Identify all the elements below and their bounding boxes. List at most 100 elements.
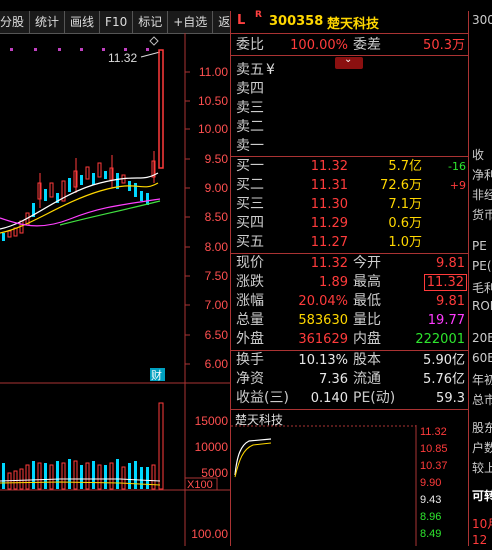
buy-volume: 1.0万 [388,235,422,250]
price-tick: 9.00 [205,181,229,195]
side-text: 总市 [472,393,492,407]
side-text: PE [472,239,487,253]
price-tick: 7.50 [205,269,229,283]
tab-fengu[interactable]: 分股 [0,11,31,33]
weibi-value: 100.00% [290,38,348,53]
side-text: 较上 [472,461,492,475]
stat-value: 5.76亿 [423,372,465,387]
stat-row: 换手 10.13% 股本 5.90亿 [231,351,468,370]
kline-chart[interactable]: 11.00 10.50 10.00 9.50 9.00 8.50 8.00 7.… [0,33,230,546]
stat-label: 今开 [353,255,381,271]
sell-row[interactable]: 卖五 ¥ [231,61,468,80]
price-tick: 8.50 [205,210,229,224]
tab-tongji[interactable]: 统计 [30,11,66,33]
stat-value: 361629 [298,332,348,347]
price-tick: 7.00 [205,298,229,312]
rzrq-flag: R [255,10,262,20]
kline-svg: 11.00 10.50 10.00 9.50 9.00 8.50 8.00 7.… [0,33,230,546]
stat-label: 流通 [353,371,381,387]
tab-biaoji[interactable]: 标记 [133,11,169,33]
side-text: ROI [472,299,492,313]
mini-tick: 9.43 [420,494,441,506]
side-text: 净利 [472,168,492,182]
buy-label: 买二 [236,177,264,193]
weibi-row: 委比 100.00% 委差 50.3万 [231,36,468,55]
sell-label: 卖三 [236,100,264,116]
price-tick: 10.50 [198,94,228,108]
stat-row: 现价 11.32 今开 9.81 [231,254,468,273]
stat-row: 外盘 361629 内盘 222001 [231,330,468,349]
buy-row[interactable]: 买二 11.31 72.6万 +9 [231,176,468,195]
stat-row: 净资 7.36 流通 5.76亿 [231,370,468,389]
buy-volume: 7.1万 [388,197,422,212]
tab-huaxian[interactable]: 画线 [65,11,101,33]
sell-row[interactable]: 卖四 [231,80,468,99]
stat-row: 涨跌 1.89 最高 11.32 [231,273,468,292]
buy-price: 11.27 [310,235,348,250]
side-text: 股东 [472,421,492,435]
buy-price: 11.30 [310,197,348,212]
stat-value: 20.04% [298,294,348,309]
side-text: 货币 [472,208,492,222]
stat-label: 最低 [353,293,381,309]
side-text: 12 [472,533,488,546]
high-price-value: 11.32 [423,274,467,291]
buy-label: 买五 [236,234,264,250]
buy-row[interactable]: 买三 11.30 7.1万 [231,195,468,214]
stat-label: 净资 [236,371,264,387]
mini-intraday-chart[interactable]: 11.32 10.85 10.37 9.90 9.43 8.96 8.49 [231,425,468,546]
stat-value: 11.32 [310,256,348,271]
finance-marker: 财 [151,368,162,382]
mini-tick: 9.90 [420,477,441,489]
side-text: 300 [472,13,492,27]
buy-label: 买三 [236,196,264,212]
stat-value: 0.140 [310,391,348,406]
add-watchlist-button[interactable]: +自选 [168,11,214,33]
side-text: 可转 [472,489,492,503]
mini-tick: 11.32 [420,426,447,438]
vol-tick: 10000 [195,440,229,454]
buy-volume: 72.6万 [380,178,422,193]
sell-row[interactable]: 卖二 [231,118,468,137]
stat-row: 收益(三) 0.140 PE(动) 59.3 [231,389,468,408]
stat-value: 9.81 [436,294,465,309]
stat-label: 股本 [353,352,381,368]
sell-label: 卖五 [236,62,264,78]
mini-tick: 10.37 [420,460,448,472]
buy-volume: 5.7亿 [388,159,422,174]
stat-value: 583630 [298,313,348,328]
buy-row[interactable]: 买四 11.29 0.6万 [231,214,468,233]
stat-value: 19.77 [427,313,465,328]
buy-volume: 0.6万 [388,216,422,231]
buy-row[interactable]: 买一 11.32 5.7亿 -16 [231,157,468,176]
stat-label: 收益(三) [236,390,289,406]
price-tick: 11.00 [199,65,228,79]
stat-value: 10.13% [298,353,348,368]
stat-value: 59.3 [436,391,465,406]
stat-label: 现价 [236,255,264,271]
price-tick: 8.00 [205,240,229,254]
mini-tick: 8.49 [420,528,441,540]
stat-value: 5.90亿 [423,353,465,368]
stat-label: 换手 [236,352,264,368]
stat-label: 最高 [353,274,381,290]
stat-label: 总量 [236,312,264,328]
high-price-label: 11.32 [108,51,137,65]
sell-row[interactable]: 卖一 [231,137,468,156]
stat-value: 1.89 [319,275,348,290]
stat-label: PE(动) [353,390,396,406]
tab-f10[interactable]: F10 [100,11,134,33]
price-tick: 6.00 [205,357,229,371]
sell-extra: ¥ [266,62,275,78]
sell-label: 卖四 [236,81,264,97]
level-flag: L [237,13,246,28]
side-text: 20E [472,331,492,345]
buy-change: -16 [448,160,466,173]
buy-row[interactable]: 买五 11.27 1.0万 [231,233,468,252]
buy-label: 买四 [236,215,264,231]
weicha-value: 50.3万 [423,38,465,53]
side-text: 年初 [472,373,492,387]
sell-row[interactable]: 卖三 [231,99,468,118]
top-menubar [0,0,492,11]
side-text: 60E [472,351,492,365]
